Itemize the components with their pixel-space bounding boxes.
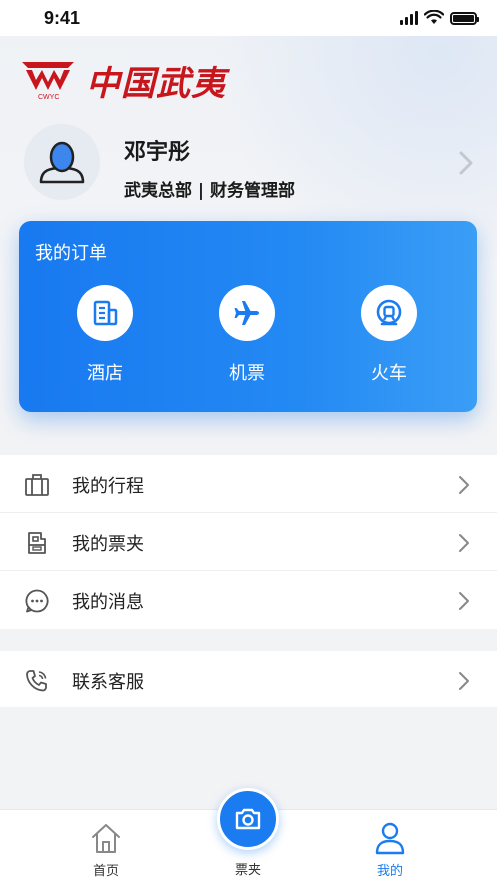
tab-home[interactable]: 首页 bbox=[46, 810, 166, 883]
message-icon bbox=[25, 589, 49, 613]
menu-item-customer-service[interactable]: 联系客服 bbox=[0, 651, 497, 707]
my-orders-card: 我的订单 酒店 机票 火车 bbox=[19, 221, 477, 412]
chevron-right-icon bbox=[459, 476, 469, 494]
chevron-right-icon bbox=[459, 672, 469, 690]
order-hotel-button[interactable]: 酒店 bbox=[55, 285, 155, 385]
user-icon bbox=[375, 822, 405, 855]
menu-item-label: 我的票夹 bbox=[72, 534, 144, 555]
logo-subtext: CWYC bbox=[38, 93, 60, 101]
ticket-folder-icon bbox=[28, 532, 46, 554]
luggage-icon bbox=[25, 474, 49, 496]
order-train-button[interactable]: 火车 bbox=[339, 285, 439, 385]
menu-item-messages[interactable]: 我的消息 bbox=[0, 571, 497, 629]
menu-item-itinerary[interactable]: 我的行程 bbox=[0, 455, 497, 513]
home-icon bbox=[92, 824, 120, 853]
menu-item-label: 我的消息 bbox=[72, 592, 144, 613]
orders-title: 我的订单 bbox=[35, 243, 107, 264]
chevron-right-icon bbox=[459, 534, 469, 552]
phone-icon bbox=[26, 670, 47, 692]
status-time: 9:41 bbox=[44, 8, 81, 28]
status-icons bbox=[400, 10, 479, 25]
service-list: 联系客服 bbox=[0, 651, 497, 707]
chevron-right-icon[interactable] bbox=[455, 150, 477, 176]
logo-text: 中国武夷 bbox=[86, 64, 226, 104]
tab-tickets-label: 票夹 bbox=[234, 863, 261, 878]
order-flight-label: 机票 bbox=[229, 363, 265, 384]
order-flight-button[interactable]: 机票 bbox=[197, 285, 297, 385]
order-hotel-label: 酒店 bbox=[87, 363, 123, 384]
profile-department: 武夷总部 | 财务管理部 bbox=[124, 181, 296, 201]
brand-logo: CWYC 中国武夷 bbox=[20, 56, 226, 105]
tab-tickets-button[interactable] bbox=[217, 788, 279, 850]
user-avatar-icon bbox=[39, 141, 85, 184]
train-icon bbox=[361, 285, 417, 341]
cwyc-logo-icon: CWYC bbox=[20, 58, 76, 104]
tab-mine-label: 我的 bbox=[376, 864, 403, 879]
menu-item-label: 联系客服 bbox=[72, 672, 144, 693]
menu-item-label: 我的行程 bbox=[72, 476, 144, 497]
menu-item-ticket-folder[interactable]: 我的票夹 bbox=[0, 513, 497, 571]
battery-icon bbox=[450, 12, 479, 25]
hotel-icon bbox=[77, 285, 133, 341]
status-bar: 9:41 bbox=[0, 0, 497, 36]
wifi-icon bbox=[424, 10, 444, 24]
profile-name: 邓宇彤 bbox=[124, 140, 191, 165]
plane-icon bbox=[219, 285, 275, 341]
menu-list: 我的行程 我的票夹 我的消息 bbox=[0, 455, 497, 629]
chevron-right-icon bbox=[459, 592, 469, 610]
profile-section[interactable]: 邓宇彤 武夷总部 | 财务管理部 bbox=[0, 120, 497, 210]
tab-home-label: 首页 bbox=[92, 864, 119, 879]
signal-icon bbox=[400, 11, 418, 25]
avatar[interactable] bbox=[24, 124, 100, 200]
order-train-label: 火车 bbox=[371, 363, 407, 384]
camera-icon bbox=[235, 808, 261, 830]
tab-mine[interactable]: 我的 bbox=[330, 810, 450, 883]
